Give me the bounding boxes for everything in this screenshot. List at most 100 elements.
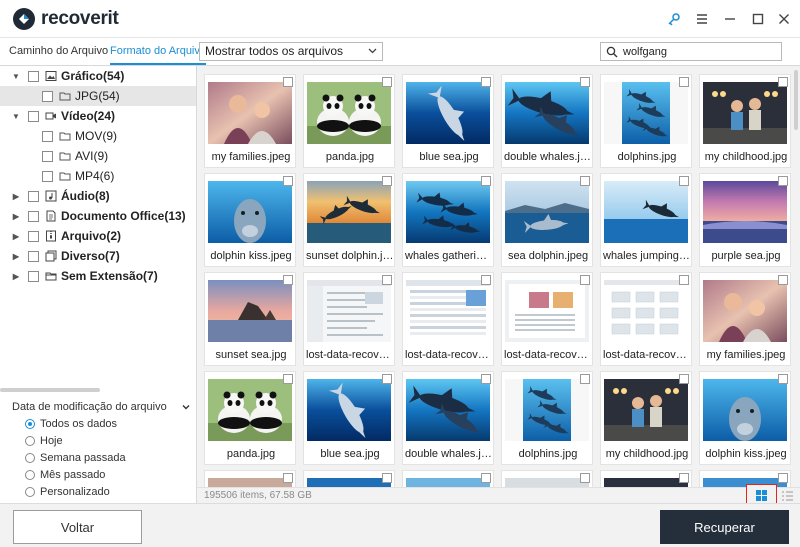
caret-right-icon[interactable]: ▶ <box>12 272 20 281</box>
file-tile[interactable]: lost-data-recovery.jpg <box>303 272 395 366</box>
file-tile[interactable]: lost-data-recovery.jpg <box>501 272 593 366</box>
file-checkbox[interactable] <box>382 77 392 87</box>
file-tile[interactable]: lost-data-recovery.jpg <box>600 272 692 366</box>
file-tile-partial[interactable] <box>501 470 593 487</box>
checkbox[interactable] <box>28 70 39 82</box>
radio-button[interactable] <box>25 436 35 446</box>
sidebar-scrollbar[interactable] <box>0 388 100 392</box>
file-tile[interactable]: my families.jpeg <box>699 272 791 366</box>
checkbox[interactable] <box>42 170 53 182</box>
date-option-last-month[interactable]: Mês passado <box>25 469 105 481</box>
file-tile-partial[interactable] <box>600 470 692 487</box>
file-checkbox[interactable] <box>580 77 590 87</box>
file-tile-partial[interactable] <box>699 470 791 487</box>
caret-right-icon[interactable]: ▶ <box>12 252 20 261</box>
file-tile[interactable]: my childhood.jpg <box>699 74 791 168</box>
tree-item-mp4[interactable]: MP4(6) <box>0 166 196 186</box>
file-checkbox[interactable] <box>778 374 788 384</box>
checkbox[interactable] <box>42 90 53 102</box>
checkbox[interactable] <box>28 230 39 242</box>
file-checkbox[interactable] <box>679 473 689 483</box>
file-checkbox[interactable] <box>481 374 491 384</box>
file-checkbox[interactable] <box>778 275 788 285</box>
tree-item-jpg[interactable]: JPG(54) <box>0 86 196 106</box>
tree-item-no-extension[interactable]: ▶ Sem Extensão(7) <box>0 266 196 286</box>
file-checkbox[interactable] <box>580 473 590 483</box>
checkbox[interactable] <box>28 270 39 282</box>
file-tile[interactable]: sunset dolphin.jpg <box>303 173 395 267</box>
checkbox[interactable] <box>42 150 53 162</box>
date-option-today[interactable]: Hoje <box>25 435 63 447</box>
file-tile[interactable]: sunset sea.jpg <box>204 272 296 366</box>
chevron-down-icon[interactable] <box>182 403 190 411</box>
file-tile-partial[interactable] <box>204 470 296 487</box>
file-checkbox[interactable] <box>481 176 491 186</box>
minimize-icon[interactable] <box>720 9 740 29</box>
file-tile[interactable]: my families.jpeg <box>204 74 296 168</box>
file-checkbox[interactable] <box>481 275 491 285</box>
file-tile[interactable]: whales jumping.jpg <box>600 173 692 267</box>
list-view-icon[interactable] <box>782 491 793 501</box>
file-checkbox[interactable] <box>580 374 590 384</box>
date-option-last-week[interactable]: Semana passada <box>25 452 126 464</box>
file-checkbox[interactable] <box>679 176 689 186</box>
date-option-all[interactable]: Todos os dados <box>25 418 117 430</box>
file-checkbox[interactable] <box>778 77 788 87</box>
file-tile[interactable]: double whales.jpg <box>402 371 494 465</box>
close-icon[interactable] <box>774 9 794 29</box>
file-checkbox[interactable] <box>679 77 689 87</box>
checkbox[interactable] <box>28 190 39 202</box>
checkbox[interactable] <box>28 110 39 122</box>
checkbox[interactable] <box>28 250 39 262</box>
key-icon[interactable] <box>664 9 684 29</box>
tree-item-mov[interactable]: MOV(9) <box>0 126 196 146</box>
tree-item-archive[interactable]: ▶ Arquivo(2) <box>0 226 196 246</box>
file-tile[interactable]: whales gathering.jpg <box>402 173 494 267</box>
file-checkbox[interactable] <box>382 176 392 186</box>
checkbox[interactable] <box>28 210 39 222</box>
file-checkbox[interactable] <box>283 176 293 186</box>
file-checkbox[interactable] <box>283 77 293 87</box>
file-tile[interactable]: panda.jpg <box>204 371 296 465</box>
back-button[interactable]: Voltar <box>13 510 142 544</box>
radio-button[interactable] <box>25 419 35 429</box>
file-tile[interactable]: sea dolphin.jpeg <box>501 173 593 267</box>
caret-right-icon[interactable]: ▶ <box>12 232 20 241</box>
file-tile[interactable]: purple sea.jpg <box>699 173 791 267</box>
file-checkbox[interactable] <box>481 77 491 87</box>
tab-file-path[interactable]: Caminho do Arquivo <box>9 38 108 65</box>
tree-item-audio[interactable]: ▶ Áudio(8) <box>0 186 196 206</box>
checkbox[interactable] <box>42 130 53 142</box>
file-checkbox[interactable] <box>481 473 491 483</box>
grid-scrollbar[interactable] <box>794 70 798 130</box>
search-input[interactable] <box>623 44 778 59</box>
file-checkbox[interactable] <box>580 176 590 186</box>
file-checkbox[interactable] <box>778 473 788 483</box>
menu-icon[interactable] <box>692 9 712 29</box>
file-checkbox[interactable] <box>382 374 392 384</box>
file-tile[interactable]: dolphins.jpg <box>501 371 593 465</box>
file-tile[interactable]: blue sea.jpg <box>303 371 395 465</box>
file-checkbox[interactable] <box>283 473 293 483</box>
caret-down-icon[interactable]: ▼ <box>12 72 20 81</box>
file-filter-select[interactable]: Mostrar todos os arquivos <box>199 42 383 61</box>
file-checkbox[interactable] <box>580 275 590 285</box>
file-tile[interactable]: my childhood.jpg <box>600 371 692 465</box>
radio-button[interactable] <box>25 453 35 463</box>
recover-button[interactable]: Recuperar <box>660 510 789 544</box>
file-checkbox[interactable] <box>382 473 392 483</box>
tree-item-avi[interactable]: AVI(9) <box>0 146 196 166</box>
file-checkbox[interactable] <box>283 374 293 384</box>
file-tile[interactable]: lost-data-recovery.jpg <box>402 272 494 366</box>
caret-right-icon[interactable]: ▶ <box>12 192 20 201</box>
file-tile-partial[interactable] <box>303 470 395 487</box>
file-tile-partial[interactable] <box>402 470 494 487</box>
caret-right-icon[interactable]: ▶ <box>12 212 20 221</box>
file-tile[interactable]: panda.jpg <box>303 74 395 168</box>
tree-item-graphics[interactable]: ▼ Gráfico(54) <box>0 66 196 86</box>
maximize-icon[interactable] <box>748 9 768 29</box>
file-checkbox[interactable] <box>679 275 689 285</box>
file-tile[interactable]: dolphin kiss.jpeg <box>699 371 791 465</box>
tree-item-video[interactable]: ▼ Vídeo(24) <box>0 106 196 126</box>
file-checkbox[interactable] <box>679 374 689 384</box>
